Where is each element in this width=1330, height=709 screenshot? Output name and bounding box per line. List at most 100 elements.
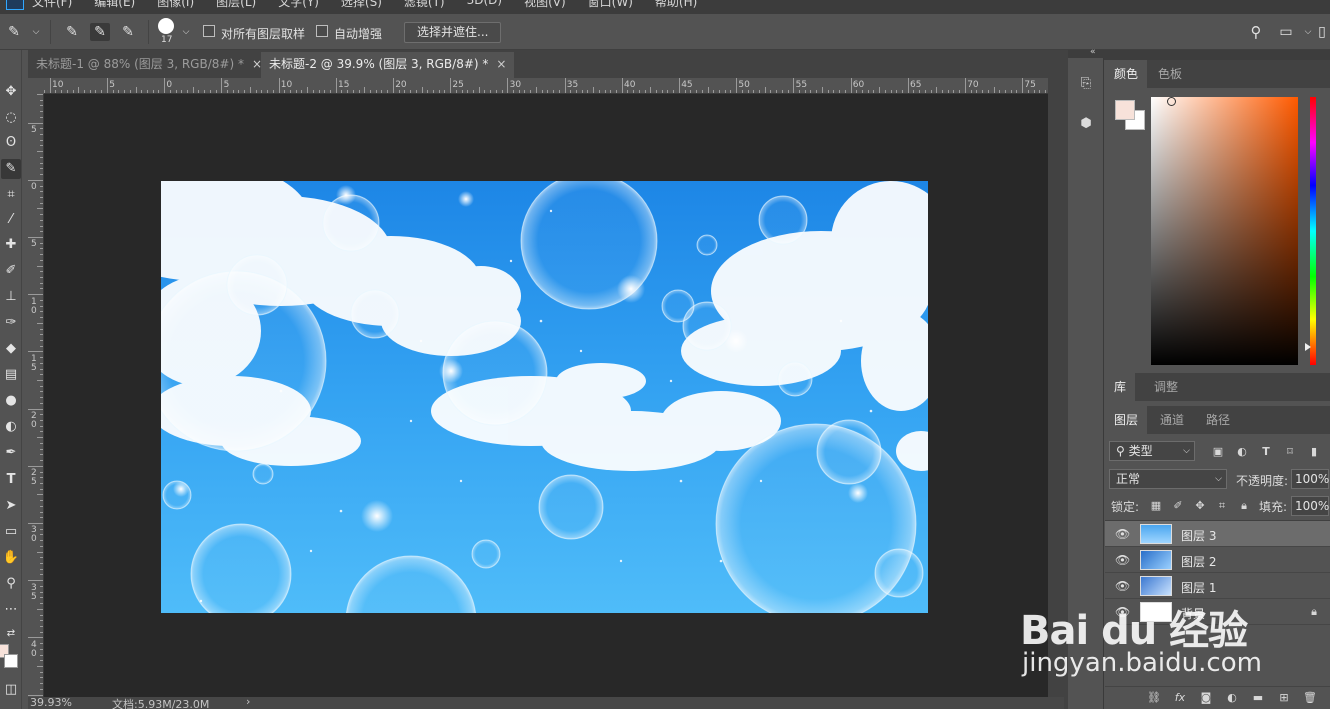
new-group-icon[interactable]: ▬: [1251, 691, 1265, 705]
menu-item[interactable]: 窗口(W): [588, 0, 633, 10]
history-panel-icon[interactable]: ⎘: [1076, 74, 1096, 94]
vertical-ruler[interactable]: 5 0 5 1 0 1 5 2 0 2 5 3 0 3 5 4 0: [28, 94, 44, 697]
canvas-area[interactable]: [44, 94, 1048, 697]
menu-item[interactable]: 图层(L): [216, 0, 256, 10]
history-brush-tool-icon[interactable]: ✑: [1, 313, 21, 333]
filter-shape-layer-icon[interactable]: ⌑: [1283, 445, 1297, 459]
tab-swatches[interactable]: 色板: [1149, 60, 1191, 88]
visibility-eye-icon[interactable]: 👁︎: [1115, 553, 1130, 567]
menu-item[interactable]: 选择(S): [341, 0, 382, 10]
add-mask-icon[interactable]: ◙: [1199, 691, 1213, 705]
lock-image-pixels-icon[interactable]: ✐: [1171, 499, 1185, 513]
layer-row[interactable]: 👁︎ 图层 2: [1105, 547, 1330, 573]
share-icon[interactable]: ▯: [1312, 23, 1330, 41]
tab-channels[interactable]: 通道: [1151, 406, 1193, 434]
tab-document-1[interactable]: 未标题-1 @ 88% (图层 3, RGB/8#) * ×: [28, 52, 272, 78]
healing-brush-tool-icon[interactable]: ✚: [1, 235, 21, 255]
3d-panel-icon[interactable]: ⬢: [1076, 114, 1096, 134]
menu-item[interactable]: 图像(I): [157, 0, 194, 10]
quick-selection-tool-icon[interactable]: ✎: [1, 159, 21, 179]
tab-paths[interactable]: 路径: [1197, 406, 1239, 434]
crop-tool-icon[interactable]: ⌗: [1, 185, 21, 205]
status-menu-arrow-icon[interactable]: ›: [246, 697, 250, 708]
sample-all-layers-checkbox[interactable]: [203, 25, 215, 37]
brush-options-chevron-icon[interactable]: ⌵: [176, 23, 196, 41]
new-layer-icon[interactable]: ⊞: [1277, 691, 1291, 705]
visibility-eye-icon[interactable]: 👁︎: [1115, 579, 1130, 593]
layer-row[interactable]: 👁︎ 图层 3: [1105, 521, 1330, 547]
delete-layer-icon[interactable]: 🗑︎: [1303, 691, 1317, 705]
tab-libraries[interactable]: 库: [1105, 373, 1136, 401]
document-image[interactable]: [161, 181, 928, 613]
zoom-tool-icon[interactable]: ⚲: [1, 574, 21, 594]
gradient-tool-icon[interactable]: ▤: [1, 365, 21, 385]
brush-preview-icon[interactable]: [158, 18, 174, 34]
menu-item[interactable]: 编辑(E): [94, 0, 135, 10]
clone-stamp-tool-icon[interactable]: ⊥: [1, 287, 21, 307]
lock-position-icon[interactable]: ✥: [1193, 499, 1207, 513]
lock-artboard-icon[interactable]: ⌗: [1215, 499, 1229, 513]
eyedropper-tool-icon[interactable]: ⁄: [1, 210, 21, 230]
tab-color[interactable]: 颜色: [1105, 60, 1148, 88]
add-to-selection-brush-icon[interactable]: ✎: [90, 23, 110, 41]
hue-slider-handle[interactable]: [1305, 343, 1311, 351]
dodge-tool-icon[interactable]: ◐: [1, 417, 21, 437]
select-and-mask-button[interactable]: 选择并遮住...: [404, 22, 502, 43]
zoom-level[interactable]: 39.93%: [30, 697, 72, 709]
panel-collapse-bar[interactable]: «: [1068, 47, 1330, 60]
more-tools-icon[interactable]: ⋯: [1, 600, 21, 620]
hue-slider[interactable]: [1310, 97, 1316, 365]
rectangle-tool-icon[interactable]: ▭: [1, 522, 21, 542]
hand-tool-icon[interactable]: ✋: [1, 548, 21, 568]
pen-tool-icon[interactable]: ✒: [1, 443, 21, 463]
swap-colors-icon[interactable]: ⇄: [1, 624, 21, 644]
ruler-corner[interactable]: [28, 78, 44, 94]
tab-document-2[interactable]: 未标题-2 @ 39.9% (图层 3, RGB/8#) * ×: [261, 52, 515, 78]
workspace-icon[interactable]: ▭: [1276, 23, 1296, 41]
blur-tool-icon[interactable]: ●: [1, 391, 21, 411]
visibility-eye-icon[interactable]: 👁︎: [1115, 527, 1130, 541]
menu-item[interactable]: 视图(V): [524, 0, 566, 10]
filter-adjustment-layer-icon[interactable]: ◐: [1235, 445, 1249, 459]
filter-pixel-layer-icon[interactable]: ▣: [1211, 445, 1225, 459]
color-spectrum[interactable]: [1151, 97, 1298, 365]
foreground-color-picker-front[interactable]: [1115, 100, 1135, 120]
eraser-tool-icon[interactable]: ◆: [1, 339, 21, 359]
lock-transparent-pixels-icon[interactable]: ▦: [1149, 499, 1163, 513]
lasso-tool-icon[interactable]: ʘ: [1, 133, 21, 153]
layer-style-fx-icon[interactable]: fx: [1173, 691, 1187, 705]
fill-input[interactable]: 100%: [1291, 496, 1329, 516]
menu-item[interactable]: 文字(Y): [278, 0, 319, 10]
background-color-swatch[interactable]: [4, 654, 18, 668]
subtract-from-selection-brush-icon[interactable]: ✎: [118, 23, 138, 41]
chevron-down-icon[interactable]: ⌵: [26, 23, 46, 41]
search-icon[interactable]: ⚲: [1246, 23, 1266, 41]
menu-item[interactable]: 滤镜(T): [404, 0, 445, 10]
new-selection-brush-icon[interactable]: ✎: [62, 23, 82, 41]
tab-adjustments[interactable]: 调整: [1145, 373, 1187, 401]
menu-item[interactable]: 文件(F): [32, 0, 72, 10]
filter-smart-object-icon[interactable]: ▮: [1307, 445, 1321, 459]
quick-mask-icon[interactable]: ◫: [1, 680, 21, 700]
lock-all-icon[interactable]: 🔒︎: [1237, 499, 1251, 513]
menu-item[interactable]: 帮助(H): [655, 0, 697, 10]
layer-filter-select[interactable]: ⚲ 类型 ⌵: [1109, 441, 1195, 461]
brush-tool-icon[interactable]: ✐: [1, 261, 21, 281]
collapse-panels-icon[interactable]: «: [1090, 47, 1096, 57]
tab-layers[interactable]: 图层: [1105, 406, 1148, 434]
color-picker-handle[interactable]: [1167, 97, 1176, 106]
move-tool-icon[interactable]: ✥: [1, 82, 21, 102]
menu-item[interactable]: 3D(D): [467, 0, 502, 10]
link-layers-icon[interactable]: ⛓: [1147, 691, 1161, 705]
adjustment-layer-icon[interactable]: ◐: [1225, 691, 1239, 705]
horizontal-ruler[interactable]: 10 5 0 5 10 15 20 25 30 35 40 45 50 55 60 65 70 75: [44, 78, 1048, 94]
filter-type-layer-icon[interactable]: T: [1259, 445, 1273, 459]
layer-row[interactable]: 👁︎ 图层 1: [1105, 573, 1330, 599]
blend-mode-select[interactable]: 正常 ⌵: [1109, 469, 1227, 489]
quick-select-tool-preset-icon[interactable]: ✎: [4, 23, 24, 41]
type-tool-icon[interactable]: T: [1, 470, 21, 490]
path-selection-tool-icon[interactable]: ➤: [1, 496, 21, 516]
close-icon[interactable]: ×: [496, 57, 506, 71]
opacity-input[interactable]: 100%: [1291, 469, 1329, 489]
marquee-tool-icon[interactable]: ◌: [1, 108, 21, 128]
